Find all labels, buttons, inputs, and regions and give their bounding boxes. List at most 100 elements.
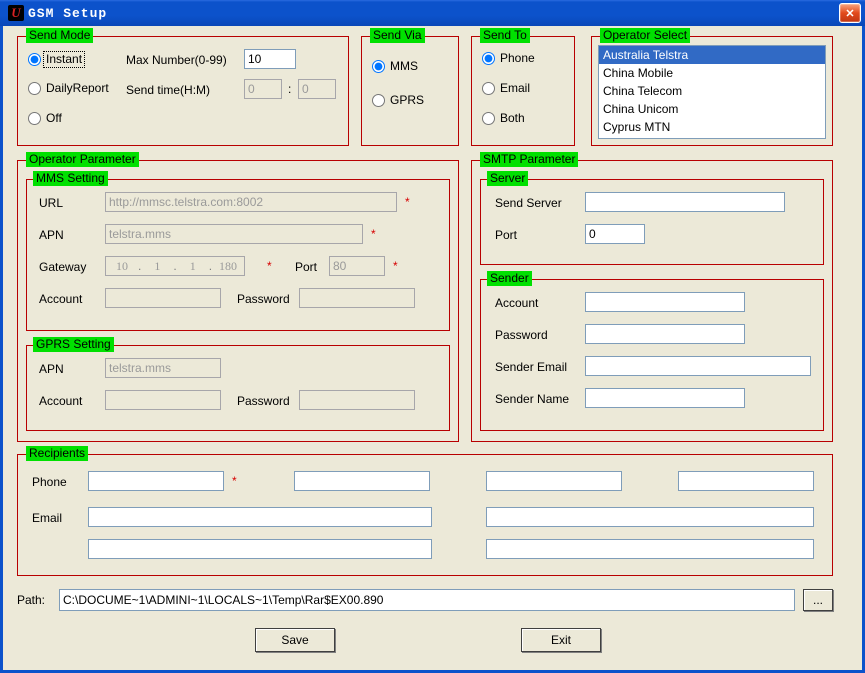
radio-phone[interactable]: Phone — [482, 51, 535, 65]
radio-email[interactable]: Email — [482, 81, 530, 95]
legend-mms: MMS Setting — [33, 171, 108, 186]
radio-off[interactable]: Off — [28, 111, 62, 125]
legend-send-mode: Send Mode — [26, 28, 93, 43]
label-mms-gateway: Gateway — [39, 260, 86, 274]
label-max-number: Max Number(0-99) — [126, 53, 227, 67]
group-smtp-parameter: SMTP Parameter Server Send Server Port S… — [471, 160, 833, 442]
input-phone-1[interactable] — [88, 471, 224, 491]
browse-button[interactable]: ... — [803, 589, 833, 611]
input-sender-name[interactable] — [585, 388, 745, 408]
input-email-1[interactable] — [88, 507, 432, 527]
asterisk-icon: * — [228, 474, 241, 488]
radio-instant[interactable]: Instant — [28, 51, 85, 68]
legend-operator-parameter: Operator Parameter — [26, 152, 139, 167]
input-send-min — [298, 79, 336, 99]
list-item[interactable]: Cyprus MTN — [599, 118, 825, 136]
asterisk-icon: * — [367, 227, 380, 241]
input-phone-4[interactable] — [678, 471, 814, 491]
group-mms-setting: MMS Setting URL * APN * Gateway . . . * … — [26, 179, 450, 331]
input-mms-account — [105, 288, 221, 308]
label-mms-password: Password — [237, 292, 290, 306]
input-mms-gateway: . . . — [105, 256, 245, 276]
input-mms-apn — [105, 224, 363, 244]
time-colon: : — [288, 82, 291, 96]
label-smtp-port: Port — [495, 228, 517, 242]
label-gprs-password: Password — [237, 394, 290, 408]
input-mms-port — [329, 256, 385, 276]
input-sender-password[interactable] — [585, 324, 745, 344]
group-smtp-sender: Sender Account Password Sender Email Sen… — [480, 279, 824, 431]
legend-recipients: Recipients — [26, 446, 88, 461]
window-title: GSM Setup — [28, 6, 107, 21]
group-send-via: Send Via MMS GPRS — [361, 36, 459, 146]
list-item[interactable]: Finland Sonera — [599, 136, 825, 139]
input-mms-password — [299, 288, 415, 308]
input-email-3[interactable] — [88, 539, 432, 559]
radio-off-label: Off — [46, 111, 62, 125]
legend-send-to: Send To — [480, 28, 530, 43]
radio-gprs-label: GPRS — [390, 93, 424, 107]
radio-mms-label: MMS — [390, 59, 418, 73]
input-gprs-apn — [105, 358, 221, 378]
input-send-hour — [244, 79, 282, 99]
list-item[interactable]: China Mobile — [599, 64, 825, 82]
input-send-server[interactable] — [585, 192, 785, 212]
input-phone-3[interactable] — [486, 471, 622, 491]
label-mms-port: Port — [295, 260, 317, 274]
exit-button[interactable]: Exit — [521, 628, 601, 652]
asterisk-icon: * — [389, 259, 402, 273]
input-smtp-port[interactable] — [585, 224, 645, 244]
list-item[interactable]: Australia Telstra — [599, 46, 825, 64]
radio-daily-report[interactable]: DailyReport — [28, 81, 109, 95]
input-gprs-password — [299, 390, 415, 410]
titlebar: U GSM Setup ✕ — [0, 0, 865, 26]
group-operator-parameter: Operator Parameter MMS Setting URL * APN… — [17, 160, 459, 442]
radio-mms[interactable]: MMS — [372, 59, 418, 73]
label-gprs-account: Account — [39, 394, 82, 408]
list-item[interactable]: China Unicom — [599, 100, 825, 118]
legend-gprs: GPRS Setting — [33, 337, 114, 352]
legend-smtp-sender: Sender — [487, 271, 532, 286]
app-icon: U — [8, 5, 24, 21]
close-icon[interactable]: ✕ — [839, 3, 861, 23]
save-button[interactable]: Save — [255, 628, 335, 652]
radio-email-label: Email — [500, 81, 530, 95]
input-max-number[interactable] — [244, 49, 296, 69]
radio-daily-label: DailyReport — [46, 81, 109, 95]
input-path[interactable] — [59, 589, 795, 611]
label-send-server: Send Server — [495, 196, 562, 210]
group-operator-select: Operator Select Australia Telstra China … — [591, 36, 833, 146]
group-gprs-setting: GPRS Setting APN Account Password — [26, 345, 450, 431]
input-gprs-account — [105, 390, 221, 410]
label-mms-apn: APN — [39, 228, 64, 242]
group-recipients: Recipients Phone * Email — [17, 454, 833, 576]
list-item[interactable]: China Telecom — [599, 82, 825, 100]
group-smtp-server: Server Send Server Port — [480, 179, 824, 265]
input-phone-2[interactable] — [294, 471, 430, 491]
input-email-2[interactable] — [486, 507, 814, 527]
label-gprs-apn: APN — [39, 362, 64, 376]
legend-smtp: SMTP Parameter — [480, 152, 578, 167]
label-mms-url: URL — [39, 196, 63, 210]
legend-operator-select: Operator Select — [600, 28, 690, 43]
input-sender-email[interactable] — [585, 356, 811, 376]
asterisk-icon: * — [401, 195, 414, 209]
label-sender-name: Sender Name — [495, 392, 569, 406]
label-sender-account: Account — [495, 296, 538, 310]
listbox-operators[interactable]: Australia Telstra China Mobile China Tel… — [598, 45, 826, 139]
radio-phone-label: Phone — [500, 51, 535, 65]
label-sender-email: Sender Email — [495, 360, 567, 374]
label-send-time: Send time(H:M) — [126, 83, 210, 97]
legend-send-via: Send Via — [370, 28, 425, 43]
radio-instant-label: Instant — [43, 51, 85, 68]
asterisk-icon: * — [263, 259, 276, 273]
input-sender-account[interactable] — [585, 292, 745, 312]
client-area: Send Mode Instant Max Number(0-99) Daily… — [0, 26, 865, 673]
radio-both[interactable]: Both — [482, 111, 525, 125]
label-recipient-phone: Phone — [32, 475, 67, 489]
input-mms-url — [105, 192, 397, 212]
radio-gprs[interactable]: GPRS — [372, 93, 424, 107]
label-recipient-email: Email — [32, 511, 62, 525]
radio-both-label: Both — [500, 111, 525, 125]
input-email-4[interactable] — [486, 539, 814, 559]
